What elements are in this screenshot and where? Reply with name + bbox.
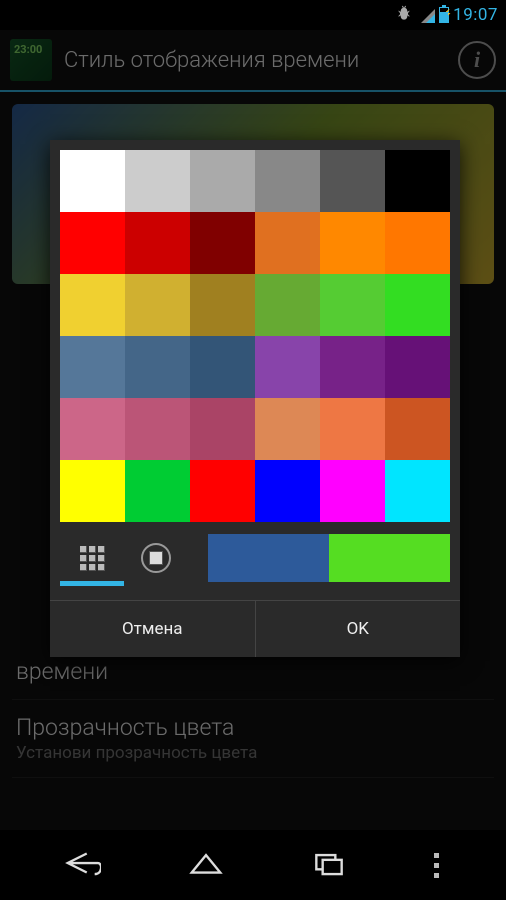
battery-icon: ⚡ [439, 7, 449, 23]
color-swatch[interactable] [190, 212, 255, 274]
color-swatch[interactable] [125, 212, 190, 274]
color-swatch[interactable] [190, 460, 255, 522]
color-swatch[interactable] [125, 150, 190, 212]
dialog-button-row: Отмена OK [50, 600, 460, 657]
nav-recent-button[interactable] [310, 848, 348, 882]
tab-custom-color[interactable] [124, 534, 188, 582]
color-swatch[interactable] [320, 274, 385, 336]
color-swatch[interactable] [255, 398, 320, 460]
color-swatch[interactable] [385, 398, 450, 460]
dialog-tool-row [50, 528, 460, 592]
color-swatch[interactable] [385, 212, 450, 274]
color-swatch[interactable] [60, 460, 125, 522]
color-picker-dialog: Отмена OK [50, 140, 460, 657]
color-swatch[interactable] [385, 274, 450, 336]
selected-color-preview [208, 534, 450, 582]
color-swatch[interactable] [125, 274, 190, 336]
color-swatch[interactable] [190, 150, 255, 212]
android-nav-bar [0, 830, 506, 900]
android-status-bar: ⚡ 19:07 [0, 0, 506, 30]
color-swatch[interactable] [125, 460, 190, 522]
color-grid [50, 140, 460, 528]
color-swatch[interactable] [385, 336, 450, 398]
preview-swatch [329, 534, 450, 582]
color-swatch[interactable] [125, 336, 190, 398]
nav-home-button[interactable] [187, 848, 225, 882]
color-swatch[interactable] [190, 336, 255, 398]
color-swatch[interactable] [190, 398, 255, 460]
color-swatch[interactable] [385, 460, 450, 522]
tab-palette[interactable] [60, 534, 124, 582]
color-swatch[interactable] [60, 336, 125, 398]
color-swatch[interactable] [255, 274, 320, 336]
color-swatch[interactable] [125, 398, 190, 460]
color-swatch[interactable] [255, 212, 320, 274]
color-swatch[interactable] [190, 274, 255, 336]
preview-swatch [208, 534, 329, 582]
color-swatch[interactable] [320, 336, 385, 398]
color-swatch[interactable] [60, 150, 125, 212]
color-swatch[interactable] [320, 150, 385, 212]
nav-menu-button[interactable] [434, 853, 443, 878]
signal-icon [419, 7, 435, 23]
picker-mode-tabs [60, 534, 188, 582]
color-swatch[interactable] [255, 460, 320, 522]
color-swatch[interactable] [320, 398, 385, 460]
color-swatch[interactable] [320, 460, 385, 522]
ok-button[interactable]: OK [256, 601, 461, 657]
color-swatch[interactable] [60, 212, 125, 274]
color-swatch[interactable] [385, 150, 450, 212]
cancel-button[interactable]: Отмена [50, 601, 256, 657]
color-swatch[interactable] [255, 336, 320, 398]
color-swatch[interactable] [320, 212, 385, 274]
debug-icon [395, 5, 413, 25]
color-swatch[interactable] [255, 150, 320, 212]
color-swatch[interactable] [60, 398, 125, 460]
color-swatch[interactable] [60, 274, 125, 336]
palette-icon [80, 546, 105, 571]
nav-back-button[interactable] [63, 848, 101, 882]
custom-color-icon [141, 543, 171, 573]
status-time: 19:07 [453, 5, 498, 25]
